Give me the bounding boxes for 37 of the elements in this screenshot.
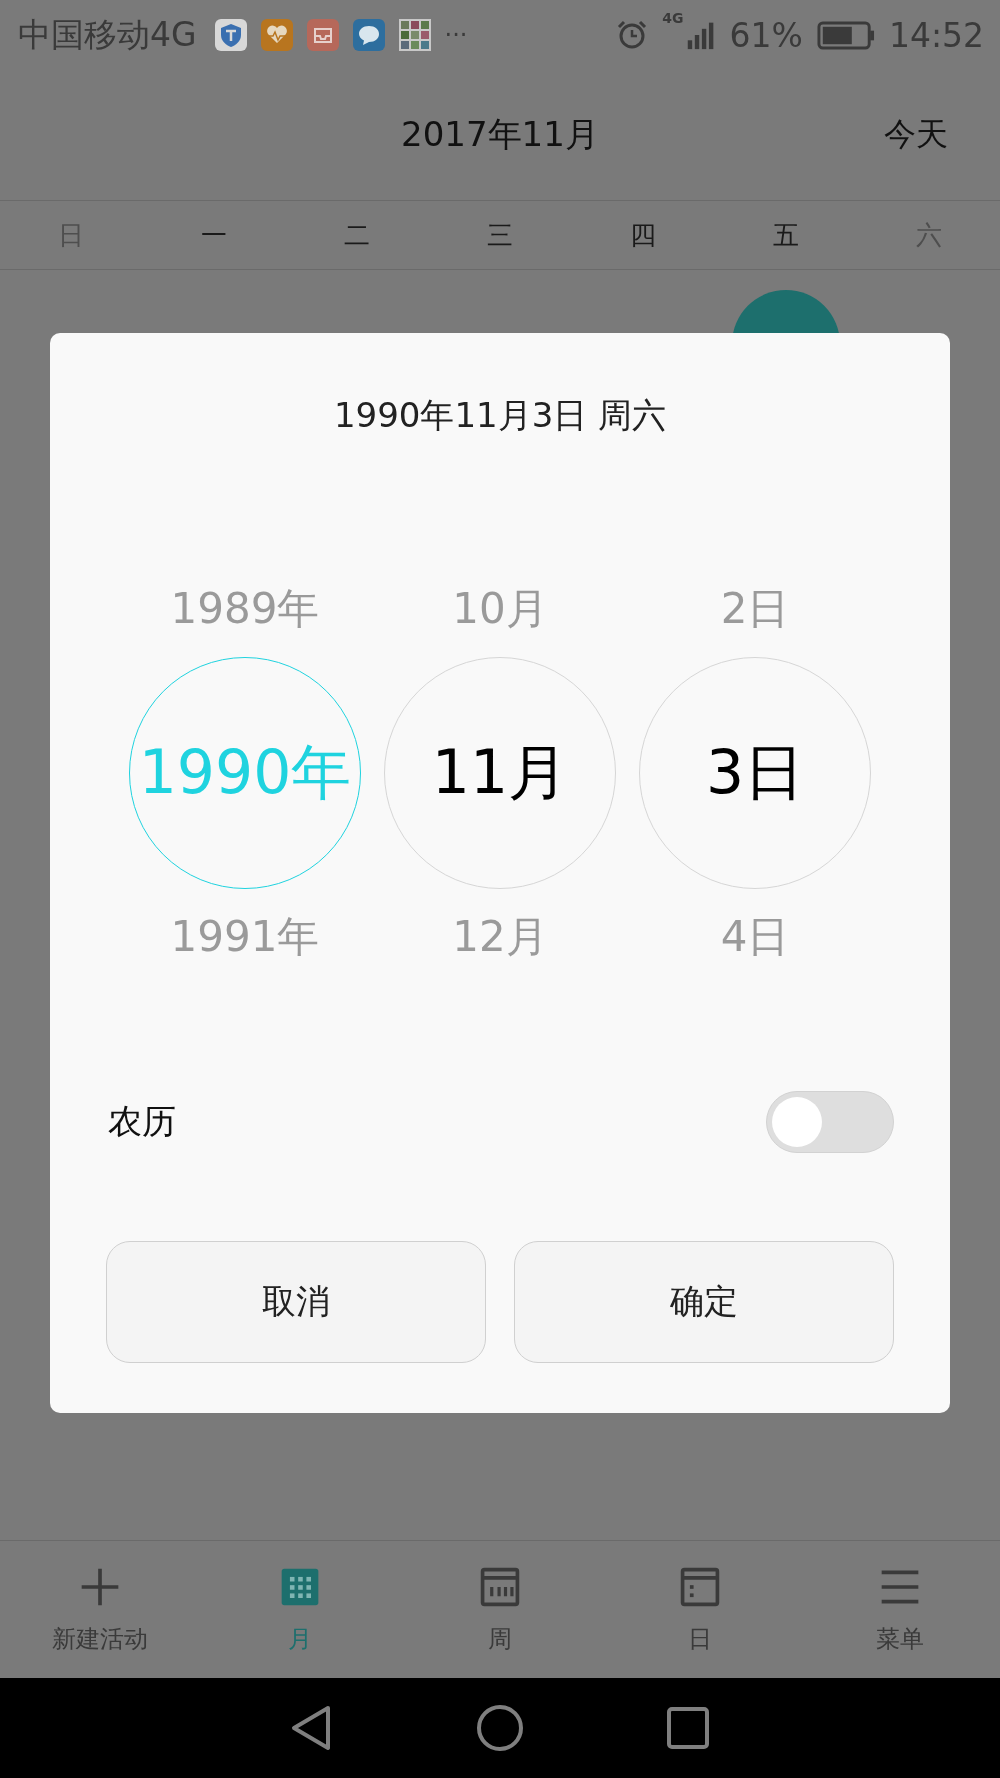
dialog-button[interactable]: 确定 — [514, 1241, 894, 1363]
nav-tab[interactable]: 新建活动 — [0, 1541, 200, 1678]
wheel-option[interactable]: 2日 — [720, 579, 790, 639]
weekday-label: 五 — [772, 218, 799, 252]
wheel-option[interactable]: 1989年 — [170, 579, 320, 639]
shield-app-icon — [214, 19, 247, 51]
clock-time: 14:52 — [888, 15, 984, 55]
recent-apps-icon[interactable] — [664, 1704, 712, 1752]
dialog-button[interactable]: 取消 — [106, 1241, 486, 1363]
alarm-clock-icon — [616, 19, 649, 51]
chat-app-icon — [352, 19, 385, 51]
carrier-name: 中国移动4G — [18, 13, 197, 56]
inbox-app-icon — [306, 19, 339, 51]
weekday-label: 一 — [201, 218, 228, 252]
weekday-label: 四 — [629, 218, 656, 252]
nav-tab[interactable]: 日 — [600, 1541, 800, 1678]
weekday-label: 三 — [487, 218, 513, 252]
dialog-title: 1990年11月3日 周六 — [332, 394, 668, 437]
wheel-option[interactable]: 10月 — [452, 579, 548, 639]
nav-tab[interactable]: 周 — [400, 1541, 600, 1678]
home-icon[interactable] — [476, 1704, 524, 1752]
nav-tab[interactable]: 月 — [200, 1541, 400, 1678]
gallery-app-icon — [398, 19, 431, 51]
lunar-label: 农历 — [108, 1100, 176, 1143]
wheel-option[interactable]: 4日 — [720, 907, 790, 967]
network-type: 4G — [662, 10, 684, 26]
battery-icon — [816, 20, 875, 50]
signal-icon — [685, 20, 716, 50]
more-notifications: ··· — [444, 21, 468, 49]
heart-app-icon — [260, 19, 293, 51]
wheel-option[interactable]: 1991年 — [170, 907, 320, 967]
today-button[interactable]: 今天 — [880, 109, 952, 161]
nav-tab[interactable]: 菜单 — [800, 1541, 1000, 1678]
weekday-label: 二 — [344, 218, 371, 252]
battery-percent: 61% — [729, 15, 803, 55]
wheel-option[interactable]: 12月 — [452, 907, 548, 967]
month-title: 2017年11月 — [401, 113, 599, 156]
